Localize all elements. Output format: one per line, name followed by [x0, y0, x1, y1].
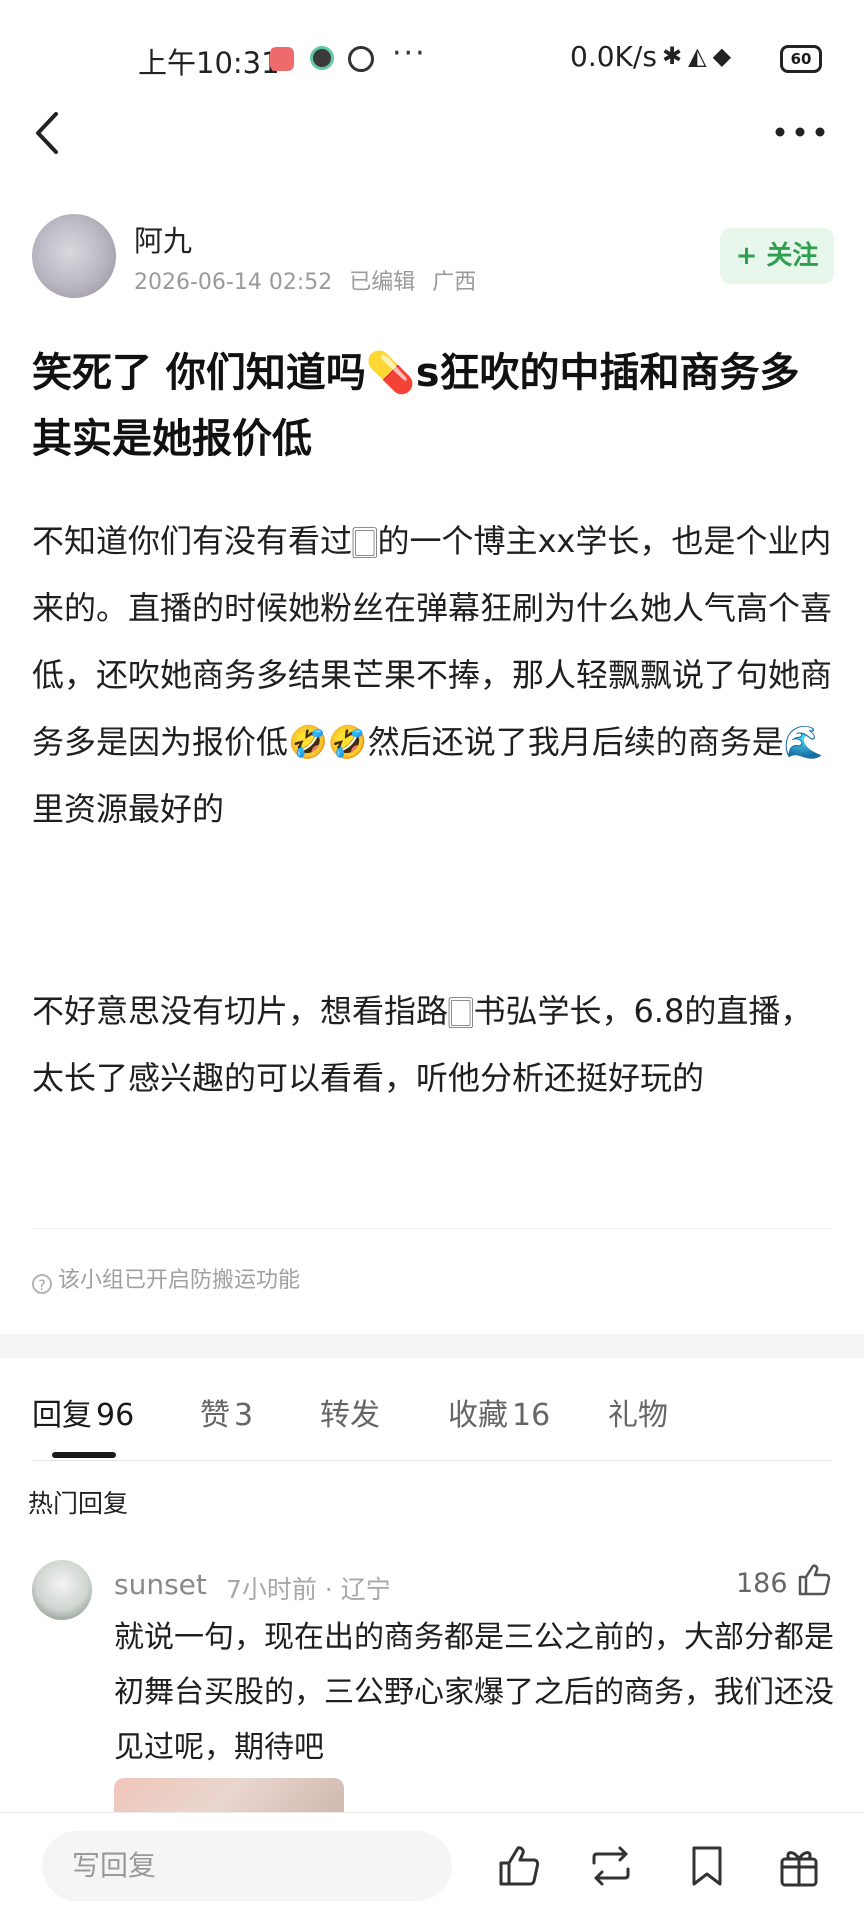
active-tab-indicator [52, 1452, 116, 1458]
interaction-tabs: 回复 96 赞3 转发 收藏 16 礼物 [32, 1390, 832, 1450]
battery-icon: 60 [780, 45, 822, 73]
post-date: 2026-06-14 02:52 [134, 270, 333, 295]
more-dots-icon [775, 127, 825, 137]
more-menu-button[interactable] [770, 112, 830, 152]
repost-icon [592, 1846, 630, 1886]
more-notifications-icon: ··· [392, 36, 427, 71]
gift-button[interactable] [776, 1843, 822, 1889]
like-button[interactable] [496, 1843, 542, 1889]
tab-likes[interactable]: 赞3 [200, 1390, 253, 1434]
repost-button[interactable] [588, 1843, 634, 1889]
bottom-action-bar: 写回复 [0, 1812, 864, 1921]
hot-replies-heading: 热门回复 [28, 1489, 129, 1518]
signal-wifi-icons: ✱◭◆ [662, 42, 738, 70]
post-location: 广西 [432, 270, 477, 295]
status-bar: 上午10:31 ··· 0.0K/s ✱◭◆ 60 [0, 0, 864, 110]
tab-gifts[interactable]: 礼物 [608, 1390, 668, 1434]
post-paragraph: 不知道你们有没有看过🀆的一个博主xx学长，也是个业内来的。直播的时候她粉丝在弹幕… [32, 522, 833, 828]
divider [32, 1228, 832, 1229]
question-icon: ? [32, 1274, 52, 1294]
commenter-avatar[interactable] [32, 1560, 92, 1620]
comment-text: 就说一句，现在出的商务都是三公之前的，大部分都是初舞台买股的，三公野心家爆了之后… [114, 1620, 834, 1765]
comment-like-count: 186 [736, 1568, 788, 1599]
status-time: 上午10:31 [138, 46, 280, 80]
app-notification-icon [310, 46, 334, 70]
chat-app-icon [348, 46, 374, 72]
tab-favorites[interactable]: 收藏 16 [448, 1390, 550, 1434]
bookmark-icon [692, 1846, 722, 1886]
bookmark-button[interactable] [684, 1843, 730, 1889]
notice-text: 该小组已开启防搬运功能 [58, 1268, 301, 1293]
anti-repost-notice: ? 该小组已开启防搬运功能 [32, 1262, 300, 1294]
follow-button[interactable]: + 关注 [720, 228, 834, 284]
author-name[interactable]: 阿九 [134, 218, 192, 260]
thumbs-up-icon [798, 1564, 831, 1596]
gift-icon [780, 1851, 818, 1887]
back-button[interactable] [28, 108, 68, 158]
tab-reposts[interactable]: 转发 [320, 1390, 380, 1434]
author-avatar[interactable] [32, 214, 116, 298]
commenter-name[interactable]: sunset [114, 1568, 207, 1601]
chevron-left-icon [36, 112, 58, 154]
post-meta: 2026-06-14 02:52 已编辑 广西 [134, 264, 476, 296]
thumbs-up-icon [499, 1846, 540, 1886]
reply-input[interactable]: 写回复 [42, 1831, 452, 1901]
divider [32, 1460, 832, 1461]
comment-like-button[interactable] [796, 1562, 832, 1598]
tab-replies[interactable]: 回复 96 [32, 1390, 134, 1434]
post-paragraph: 不好意思没有切片，想看指路🀆书弘学长，6.8的直播，太长了感兴趣的可以看看，听他… [32, 992, 813, 1097]
comment-time-location: 7小时前 · 辽宁 [226, 1575, 391, 1604]
edited-tag: 已编辑 [349, 270, 416, 295]
section-gap [0, 1334, 864, 1358]
post-title: 笑死了 你们知道吗💊s狂吹的中插和商务多其实是她报价低 [32, 350, 800, 462]
notes-app-icon [270, 47, 294, 71]
network-speed: 0.0K/s [570, 40, 657, 73]
